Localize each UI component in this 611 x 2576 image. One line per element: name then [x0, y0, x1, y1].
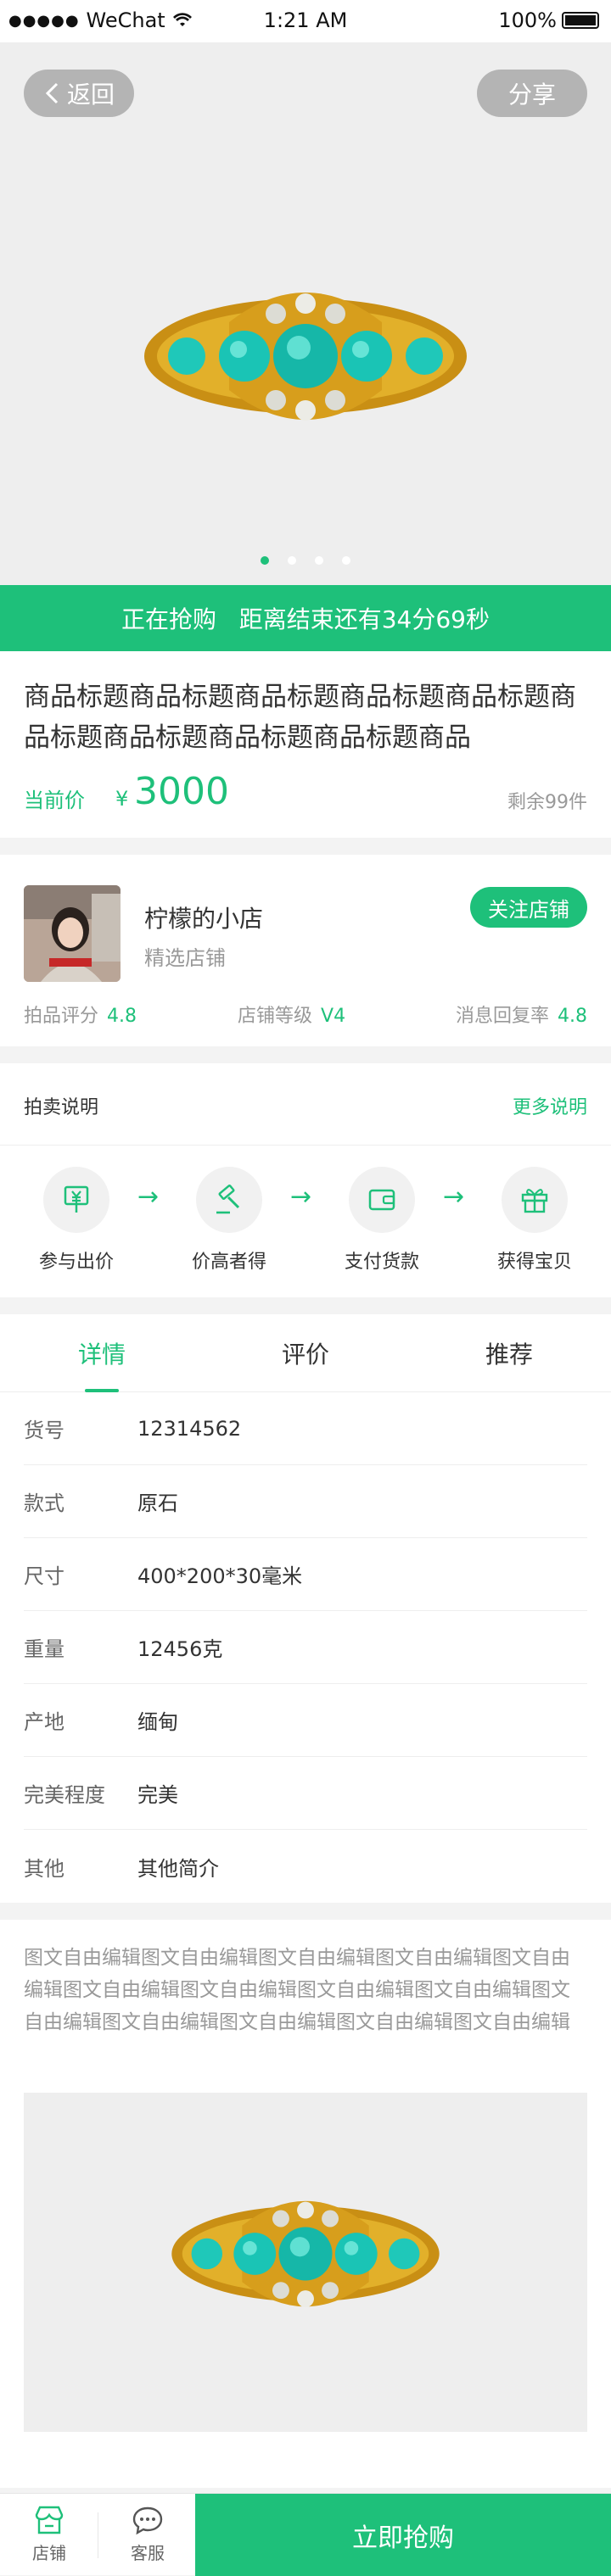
battery-percent: 100% — [498, 8, 557, 32]
auction-rules-title: 拍卖说明 — [24, 1097, 99, 1118]
avatar-photo — [24, 885, 121, 982]
shop-card: 柠檬的小店 精选店铺 关注店铺 拍品评分 4.8 店铺等级 V4 消息回复率 4.8 — [0, 855, 611, 1046]
spec-key: 其他 — [24, 1856, 64, 1881]
share-label: 分享 — [507, 81, 556, 109]
stat-item-rating: 拍品评分 4.8 — [24, 1001, 137, 1028]
spec-row: 产地 缅甸 — [24, 1684, 587, 1757]
stat-label: 消息回复率 — [455, 1006, 549, 1027]
spec-key: 尺寸 — [24, 1564, 64, 1588]
status-bar: ●●●●● WeChat 1:21 AM 100% — [0, 0, 611, 42]
auction-step-bid: 参与出价 — [8, 1167, 144, 1274]
chat-bubble-icon — [132, 2506, 163, 2535]
spec-table: 货号 12314562 款式 原石 尺寸 400*200*30毫米 重量 12456克 … — [0, 1392, 611, 1903]
auction-step-highest: 价高者得 — [161, 1167, 297, 1274]
wallet-icon — [349, 1167, 415, 1233]
description-text: 图文自由编辑图文自由编辑图文自由编辑图文自由编辑图文自由编辑图文自由编辑图文自由… — [24, 1947, 570, 2033]
follow-shop-button[interactable]: 关注店铺 — [470, 887, 587, 928]
ring-image — [144, 293, 467, 421]
step-label: 价高者得 — [191, 1252, 266, 1273]
store-icon — [35, 2506, 64, 2534]
more-rules-link[interactable]: 更多说明 — [513, 1092, 587, 1119]
remaining-stock: 剩余99件 — [507, 792, 587, 813]
product-info: 商品标题商品标题商品标题商品标题商品标题商品标题商品标题商品标题商品标题商品 当… — [0, 651, 611, 838]
auction-step-receive: 获得宝贝 — [467, 1167, 603, 1274]
spec-key: 完美程度 — [24, 1783, 105, 1807]
arrow-right-icon: → — [443, 1182, 465, 1212]
spec-key: 款式 — [24, 1492, 64, 1515]
price-value: 3000 — [134, 770, 229, 813]
spec-key: 货号 — [24, 1419, 64, 1442]
description-image — [24, 2093, 587, 2432]
spec-row: 货号 12314562 — [24, 1392, 587, 1465]
spec-key: 产地 — [24, 1710, 64, 1734]
flash-sale-countdown-banner: 正在抢购 距离结束还有34分69秒 — [0, 585, 611, 651]
spec-row: 完美程度 完美 — [24, 1757, 587, 1830]
stat-value: V4 — [321, 1006, 346, 1027]
auction-step-pay: 支付货款 — [314, 1167, 450, 1274]
gavel-icon — [196, 1167, 262, 1233]
price-label: 当前价 — [24, 789, 85, 812]
carousel-dot[interactable] — [261, 556, 269, 565]
spec-value: 12456克 — [137, 1637, 223, 1661]
shop-avatar[interactable] — [24, 885, 121, 982]
bottom-action-bar: 店铺 客服 立即抢购 — [0, 2493, 611, 2576]
arrow-right-icon: → — [290, 1182, 312, 1212]
carousel-dot[interactable] — [342, 556, 350, 565]
spec-value: 缅甸 — [137, 1710, 178, 1734]
back-button[interactable]: 返回 — [24, 70, 134, 117]
battery-icon — [562, 12, 599, 29]
spec-value: 完美 — [137, 1783, 178, 1807]
carousel-indicator — [0, 556, 611, 565]
carousel-dot[interactable] — [288, 556, 296, 565]
shop-subtitle: 精选店铺 — [144, 946, 226, 970]
price-currency: ¥ — [115, 787, 129, 811]
spec-row: 其他 其他简介 — [24, 1830, 587, 1903]
stat-value: 4.8 — [107, 1006, 137, 1027]
buy-now-button[interactable]: 立即抢购 — [195, 2494, 611, 2576]
back-label: 返回 — [66, 81, 115, 109]
stat-label: 店铺等级 — [238, 1006, 313, 1027]
stat-label: 拍品评分 — [24, 1006, 99, 1027]
spec-value: 400*200*30毫米 — [137, 1564, 303, 1588]
customer-service-button[interactable]: 客服 — [105, 2504, 190, 2564]
spec-row: 款式 原石 — [24, 1465, 587, 1538]
spec-value: 原石 — [137, 1492, 178, 1515]
gift-icon — [502, 1167, 568, 1233]
tab-details[interactable]: 详情 — [0, 1314, 204, 1392]
shop-nav-button[interactable]: 店铺 — [7, 2504, 92, 2564]
share-button[interactable]: 分享 — [477, 70, 587, 117]
spec-row: 尺寸 400*200*30毫米 — [24, 1538, 587, 1611]
chevron-left-icon — [45, 82, 59, 104]
shop-name[interactable]: 柠檬的小店 — [144, 900, 263, 934]
step-label: 获得宝贝 — [496, 1252, 572, 1273]
product-description: 图文自由编辑图文自由编辑图文自由编辑图文自由编辑图文自由编辑图文自由编辑图文自由… — [0, 1920, 611, 2488]
arrow-right-icon: → — [137, 1182, 160, 1212]
detail-tabs: 详情 评价 推荐 — [0, 1314, 611, 1392]
ring-image — [171, 2200, 440, 2308]
stat-value: 4.8 — [558, 1006, 587, 1027]
product-image-carousel[interactable]: 返回 分享 — [0, 42, 611, 585]
yen-price-icon — [43, 1167, 109, 1233]
spec-value: 其他简介 — [137, 1856, 219, 1881]
carousel-dot[interactable] — [315, 556, 323, 565]
spec-row: 重量 12456克 — [24, 1611, 587, 1684]
divider — [0, 1145, 611, 1146]
countdown-text: 正在抢购 距离结束还有34分69秒 — [121, 605, 490, 633]
stat-item-level: 店铺等级 V4 — [238, 1001, 345, 1028]
product-title: 商品标题商品标题商品标题商品标题商品标题商品标题商品标题商品标题商品标题商品 — [24, 682, 576, 753]
stat-item-reply-rate: 消息回复率 4.8 — [456, 1001, 587, 1028]
shop-nav-label: 店铺 — [32, 2543, 66, 2563]
tab-reviews[interactable]: 评价 — [204, 1314, 407, 1392]
spec-value: 12314562 — [137, 1416, 242, 1441]
customer-service-label: 客服 — [131, 2543, 165, 2563]
step-label: 支付货款 — [344, 1252, 419, 1273]
auction-rules: 拍卖说明 更多说明 参与出价 → 价高者得 → 支付货款 → 获得宝贝 — [0, 1063, 611, 1297]
tab-recommend[interactable]: 推荐 — [407, 1314, 611, 1392]
step-label: 参与出价 — [38, 1252, 114, 1273]
spec-key: 重量 — [24, 1637, 64, 1661]
